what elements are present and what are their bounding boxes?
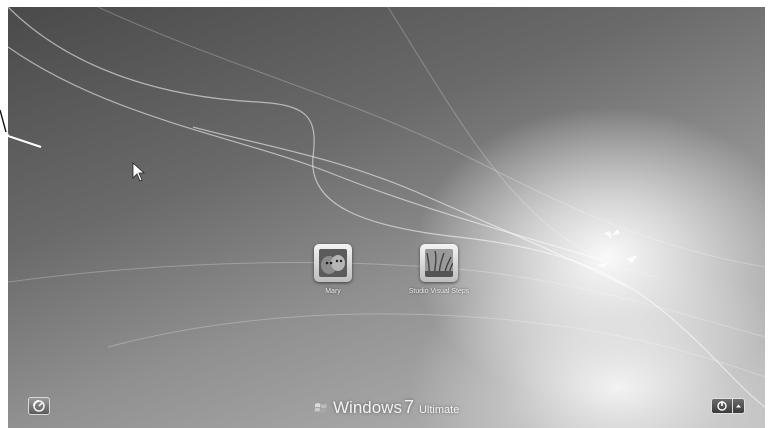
chevron-up-icon: [736, 404, 741, 408]
cat-picture: [319, 249, 347, 277]
windows-flag-icon: [314, 403, 327, 413]
shutdown-controls: [711, 398, 745, 414]
brand-word: Windows: [333, 398, 402, 417]
user-name-studio-visual-steps[interactable]: Studio Visual Steps: [409, 288, 470, 295]
windows-branding: Windows 7 Ultimate: [314, 397, 459, 419]
grass-picture: [425, 249, 453, 277]
ease-of-access-icon: [33, 400, 45, 412]
screenshot-frame: Mary Studio Visual Steps Windows 7 Ultim…: [0, 0, 774, 428]
annotation-line: [0, 109, 42, 148]
brand-edition: Ultimate: [418, 404, 460, 416]
shutdown-button[interactable]: [711, 398, 733, 414]
user-name-mary[interactable]: Mary: [325, 288, 341, 295]
mouse-cursor-icon: [132, 162, 146, 182]
user-tile-studio-visual-steps[interactable]: [420, 244, 458, 282]
power-icon: [717, 401, 727, 411]
shutdown-options-button[interactable]: [733, 398, 745, 414]
user-tile-mary[interactable]: [314, 244, 352, 282]
brand-version: 7: [403, 397, 414, 417]
background-swooshes: [8, 7, 765, 408]
ease-of-access-button[interactable]: [28, 397, 50, 415]
logon-screen: Mary Studio Visual Steps Windows 7 Ultim…: [8, 7, 765, 428]
